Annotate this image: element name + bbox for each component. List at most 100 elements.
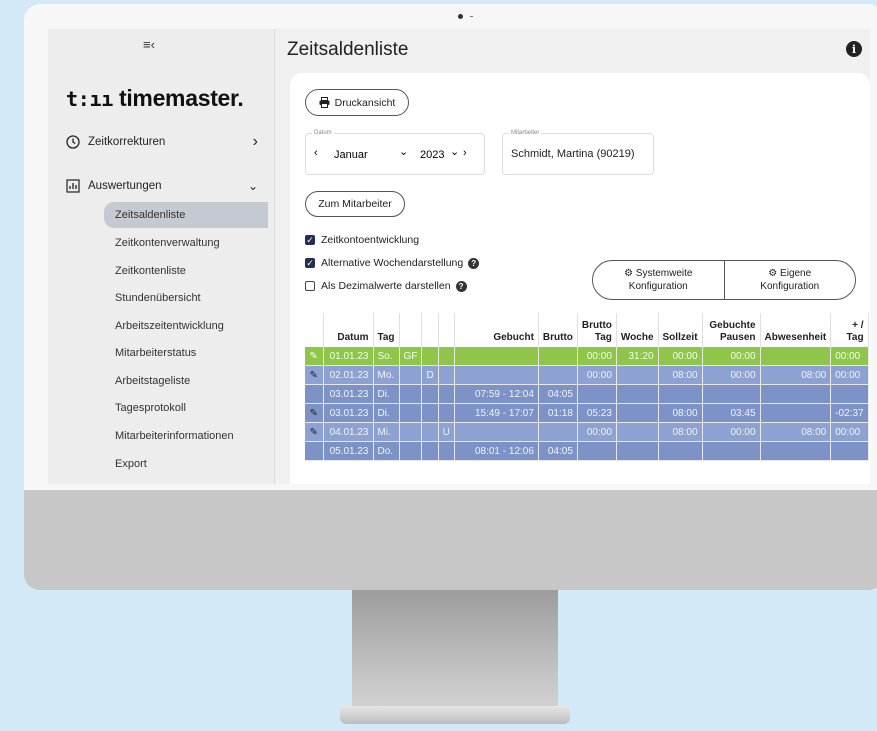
check-alternative-wochendarstellung[interactable]: ✓ Alternative Wochendarstellung ? <box>305 257 480 269</box>
print-view-button[interactable]: Druckansicht <box>305 89 409 116</box>
chevron-right-icon: › <box>252 133 258 150</box>
col-abwesenheit: Abwesenheit <box>760 313 832 347</box>
check-dezimalwerte[interactable]: Als Dezimalwerte darstellen ? <box>305 280 467 292</box>
cell-code-2 <box>421 384 439 404</box>
cell-tag: Do. <box>373 441 400 461</box>
sidebar-item-tagesprotokoll[interactable]: Tagesprotokoll <box>104 395 268 421</box>
cell-plus-minus: -02:37 <box>830 403 869 423</box>
sidebar-item-export[interactable]: Export <box>104 451 268 477</box>
check-zeitkontoentwicklung[interactable]: ✓ Zeitkontoentwicklung <box>305 234 419 246</box>
table-row[interactable]: 05.01.23 Do. 08:01 - 12:06 04:05 <box>305 441 869 461</box>
time-balance-table: Datum Tag Gebucht Brutto Brutto Tag Woche… <box>305 313 869 461</box>
to-employee-button[interactable]: Zum Mitarbeiter <box>305 191 405 217</box>
pencil-icon[interactable]: ✎ <box>305 422 324 442</box>
cell-tag: So. <box>373 347 400 366</box>
table-row[interactable]: ✎ 04.01.23 Mi. U 00:00 08:00 00:00 08:00 00:00 <box>305 422 869 442</box>
help-icon[interactable]: ? <box>468 257 480 269</box>
cell-gebucht <box>454 365 539 385</box>
cell-plus-minus: 00:00 <box>830 347 869 366</box>
cell-brutto-tag <box>577 384 617 404</box>
cell-brutto-tag: 00:00 <box>577 347 617 366</box>
info-icon[interactable]: i <box>846 41 862 57</box>
checkbox-unchecked[interactable] <box>305 281 315 291</box>
cell-sollzeit: 08:00 <box>658 403 703 423</box>
logo: t:ıı timemaster. <box>66 85 244 112</box>
cell-plus-minus <box>830 384 869 404</box>
cell-sollzeit <box>658 441 703 461</box>
date-picker[interactable]: Datum ‹ Januar ⌄ 2023 ⌄ › <box>305 130 485 175</box>
checkbox-checked[interactable]: ✓ <box>305 258 315 268</box>
cell-abwesenheit: 08:00 <box>760 365 832 385</box>
cell-code-1 <box>399 422 423 442</box>
cell-code-3 <box>438 403 455 423</box>
config-toggle: ⚙ Systemweite Konfiguration ⚙ Eigene Kon… <box>592 260 856 300</box>
pencil-icon[interactable]: ✎ <box>305 365 324 385</box>
monitor-stand <box>352 590 558 710</box>
next-month-icon[interactable]: › <box>463 147 467 159</box>
nav-group-auswertungen[interactable]: Auswertungen ⌄ <box>66 179 258 193</box>
sidebar-item-stundenuebersicht[interactable]: Stundenübersicht <box>104 285 268 311</box>
cell-abwesenheit <box>760 403 832 423</box>
sidebar-item-arbeitstageliste[interactable]: Arbeitstageliste <box>104 368 268 394</box>
own-config-label-2: Konfiguration <box>760 281 820 292</box>
edit-cell-empty[interactable] <box>305 441 324 461</box>
checkbox-label: Zeitkontoentwicklung <box>321 234 420 246</box>
col-datum: Datum <box>323 313 374 347</box>
main-content: Zeitsaldenliste i Druckansicht Datum ‹ J… <box>275 29 870 484</box>
clock-icon <box>66 135 80 149</box>
system-config-label-2: Konfiguration <box>628 281 688 292</box>
employee-field[interactable]: Mitarbeiter Schmidt, Martina (90219) <box>502 130 654 175</box>
logo-text: timemaster. <box>118 85 244 111</box>
cell-code-3: U <box>438 422 455 442</box>
prev-month-icon[interactable]: ‹ <box>314 147 318 159</box>
nav-group-label: Auswertungen <box>88 180 162 192</box>
cell-sollzeit: 08:00 <box>658 422 703 442</box>
col-woche: Woche <box>616 313 659 347</box>
system-config-button[interactable]: ⚙ Systemweite Konfiguration <box>593 261 724 299</box>
cell-abwesenheit: 08:00 <box>760 422 832 442</box>
col-code-3 <box>438 313 455 347</box>
edit-cell-empty[interactable] <box>305 384 324 404</box>
cell-gebucht <box>454 347 539 366</box>
col-gebuchte-pausen: Gebuchte Pausen <box>702 313 761 347</box>
checkbox-label: Als Dezimalwerte darstellen <box>321 280 451 292</box>
table-row[interactable]: ✎ 02.01.23 Mo. D 00:00 08:00 00:00 08:00 00:00 <box>305 365 869 385</box>
sidebar-item-zeitkontenverwaltung[interactable]: Zeitkontenverwaltung <box>104 230 268 256</box>
year-select[interactable]: 2023 <box>420 149 444 161</box>
table-row[interactable]: ✎ 03.01.23 Di. 15:49 - 17:07 01:18 05:23 08:00… <box>305 403 869 423</box>
own-config-button[interactable]: ⚙ Eigene Konfiguration <box>723 261 856 299</box>
table-row[interactable]: ✎ 01.01.23 So. GF 00:00 31:20 00:00 00:00 00:00 <box>305 347 869 366</box>
sidebar-item-mitarbeiterstatus[interactable]: Mitarbeiterstatus <box>104 340 268 366</box>
chart-icon <box>66 179 80 193</box>
printer-icon <box>319 97 330 108</box>
menu-collapse-icon[interactable]: ≡‹ <box>143 37 155 52</box>
sidebar-item-mitarbeiterinformationen[interactable]: Mitarbeiterinformationen <box>104 423 268 449</box>
table-row[interactable]: 03.01.23 Di. 07:59 - 12:04 04:05 <box>305 384 869 404</box>
cell-gebuchte-pausen: 00:00 <box>702 365 761 385</box>
sidebar-item-zeitsaldenliste[interactable]: Zeitsaldenliste <box>104 202 268 228</box>
cell-datum: 05.01.23 <box>323 441 374 461</box>
cell-brutto <box>538 365 578 385</box>
month-select[interactable]: Januar <box>334 149 368 161</box>
nav-group-label: Zeitkorrekturen <box>88 136 166 148</box>
cell-code-1 <box>399 365 423 385</box>
col-gebucht: Gebucht <box>454 313 539 347</box>
help-icon[interactable]: ? <box>455 280 467 292</box>
checkbox-checked[interactable]: ✓ <box>305 235 315 245</box>
pencil-icon[interactable]: ✎ <box>305 347 324 366</box>
pencil-icon[interactable]: ✎ <box>305 403 324 423</box>
cell-sollzeit: 08:00 <box>658 365 703 385</box>
chevron-down-icon: ⌄ <box>247 179 258 193</box>
cell-brutto: 04:05 <box>538 441 578 461</box>
cell-datum: 03.01.23 <box>323 384 374 404</box>
cell-datum: 02.01.23 <box>323 365 374 385</box>
col-plus-minus: + / Tag <box>830 313 869 347</box>
sidebar-item-zeitkontenliste[interactable]: Zeitkontenliste <box>104 258 268 284</box>
logo-mark: t:ıı <box>66 87 113 111</box>
sidebar-item-arbeitszeitentwicklung[interactable]: Arbeitszeitentwicklung <box>104 313 268 339</box>
cell-code-2 <box>421 441 439 461</box>
nav-group-zeitkorrekturen[interactable]: Zeitkorrekturen › <box>66 133 258 150</box>
cell-gebuchte-pausen <box>702 384 761 404</box>
sidebar: ≡‹ t:ıı timemaster. Zeitkorrekturen › Aus… <box>48 29 275 484</box>
cell-tag: Di. <box>373 384 400 404</box>
